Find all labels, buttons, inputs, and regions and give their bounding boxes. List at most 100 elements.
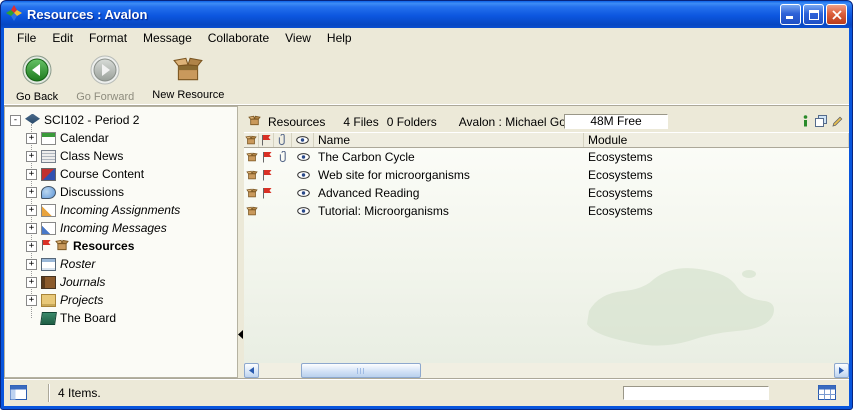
resource-module: Ecosystems xyxy=(584,202,849,220)
column-name[interactable]: Name xyxy=(314,133,584,147)
resource-box-icon xyxy=(248,115,261,129)
resource-name[interactable]: Advanced Reading xyxy=(314,184,584,202)
collapse-icon[interactable] xyxy=(10,115,21,126)
resource-box-icon xyxy=(55,239,69,254)
new-resource-button[interactable]: New Resource xyxy=(146,53,230,103)
tree-item-label: Incoming Messages xyxy=(60,221,167,235)
expand-icon[interactable] xyxy=(26,187,37,198)
tree-item-label: Roster xyxy=(60,257,95,271)
menu-file[interactable]: File xyxy=(9,29,44,47)
eye-icon[interactable] xyxy=(292,148,314,166)
expand-icon[interactable] xyxy=(26,223,37,234)
column-module[interactable]: Module xyxy=(584,133,849,147)
resource-name[interactable]: Tutorial: Microorganisms xyxy=(314,202,584,220)
column-item-icon[interactable] xyxy=(244,133,259,147)
expand-icon[interactable] xyxy=(26,295,37,306)
info-icon[interactable] xyxy=(801,115,810,130)
resources-panel: Resources 4 Files 0 Folders Avalon : Mic… xyxy=(244,106,849,378)
expand-icon[interactable] xyxy=(26,205,37,216)
go-back-label: Go Back xyxy=(16,91,58,103)
menu-view[interactable]: View xyxy=(277,29,319,47)
course-icon xyxy=(25,114,40,127)
column-attachment-icon[interactable] xyxy=(274,133,292,147)
resource-module: Ecosystems xyxy=(584,148,849,166)
resource-name[interactable]: The Carbon Cycle xyxy=(314,148,584,166)
menu-message[interactable]: Message xyxy=(135,29,200,47)
resource-box-icon xyxy=(244,184,259,202)
expand-icon[interactable] xyxy=(26,133,37,144)
new-resource-icon xyxy=(172,55,204,86)
horizontal-scrollbar[interactable] xyxy=(244,363,849,378)
status-divider xyxy=(48,384,50,402)
eye-icon[interactable] xyxy=(292,166,314,184)
go-forward-button[interactable]: Go Forward xyxy=(70,53,140,105)
free-space-indicator: 48M Free xyxy=(564,114,668,129)
map-watermark xyxy=(569,256,779,359)
maximize-button[interactable] xyxy=(803,4,824,25)
resource-row[interactable]: Web site for microorganisms Ecosystems xyxy=(244,166,849,184)
tree-item-incoming-messages[interactable]: Incoming Messages xyxy=(26,219,237,237)
scrollbar-thumb[interactable] xyxy=(301,363,421,378)
menu-bar: File Edit Format Message Collaborate Vie… xyxy=(4,28,849,48)
tree-item-journals[interactable]: Journals xyxy=(26,273,237,291)
calendar-icon xyxy=(41,132,56,145)
edit-icon[interactable] xyxy=(832,116,843,130)
tree-item-roster[interactable]: Roster xyxy=(26,255,237,273)
expand-icon[interactable] xyxy=(26,151,37,162)
scrollbar-track[interactable] xyxy=(259,363,834,378)
folder-icon xyxy=(41,294,56,307)
tree-item-label: Class News xyxy=(60,149,123,163)
journal-icon xyxy=(41,276,56,289)
grid-view-icon[interactable] xyxy=(818,385,836,403)
tree-item-resources[interactable]: Resources xyxy=(26,237,237,255)
resource-row[interactable]: The Carbon Cycle Ecosystems xyxy=(244,148,849,166)
tree-item-label: Projects xyxy=(60,293,103,307)
go-back-button[interactable]: Go Back xyxy=(10,53,64,105)
tree-item-class-news[interactable]: Class News xyxy=(26,147,237,165)
window-layout-icon[interactable] xyxy=(10,385,27,403)
scroll-left-icon[interactable] xyxy=(244,363,259,378)
expand-icon[interactable] xyxy=(26,277,37,288)
expand-icon[interactable] xyxy=(26,259,37,270)
window-title: Resources : Avalon xyxy=(27,7,780,22)
scroll-right-icon[interactable] xyxy=(834,363,849,378)
toolbar: Go Back Go Forward xyxy=(4,48,849,106)
menu-format[interactable]: Format xyxy=(81,29,135,47)
tree-item-label: Journals xyxy=(60,275,105,289)
flag-icon xyxy=(259,166,274,184)
resource-box-icon xyxy=(244,148,259,166)
menu-collaborate[interactable]: Collaborate xyxy=(200,29,277,47)
tree-item-the-board[interactable]: The Board xyxy=(26,309,237,327)
attachment-icon xyxy=(274,148,292,166)
tree-item-discussions[interactable]: Discussions xyxy=(26,183,237,201)
column-viewed-icon[interactable] xyxy=(292,133,314,147)
resource-list: The Carbon Cycle Ecosystems xyxy=(244,148,849,363)
eye-icon[interactable] xyxy=(292,184,314,202)
roster-icon xyxy=(41,258,56,271)
newspaper-icon xyxy=(41,150,56,163)
resource-box-icon xyxy=(244,202,259,220)
eye-icon[interactable] xyxy=(292,202,314,220)
close-button[interactable] xyxy=(826,4,847,25)
flag-icon xyxy=(259,148,274,166)
resource-box-icon xyxy=(244,166,259,184)
column-headers: Name Module xyxy=(244,132,849,148)
go-forward-label: Go Forward xyxy=(76,91,134,103)
resource-name[interactable]: Web site for microorganisms xyxy=(314,166,584,184)
tree-item-label: Resources xyxy=(73,239,134,253)
resource-row[interactable]: Tutorial: Microorganisms Ecosystems xyxy=(244,202,849,220)
tree-item-incoming-assignments[interactable]: Incoming Assignments xyxy=(26,201,237,219)
tree-root[interactable]: SCI102 - Period 2 xyxy=(10,111,237,129)
stacked-windows-icon[interactable] xyxy=(815,115,827,130)
tree-item-projects[interactable]: Projects xyxy=(26,291,237,309)
tree-item-calendar[interactable]: Calendar xyxy=(26,129,237,147)
menu-help[interactable]: Help xyxy=(319,29,360,47)
tree-item-course-content[interactable]: Course Content xyxy=(26,165,237,183)
expand-icon[interactable] xyxy=(26,241,37,252)
column-flag-icon[interactable] xyxy=(259,133,274,147)
expand-icon[interactable] xyxy=(26,169,37,180)
menu-edit[interactable]: Edit xyxy=(44,29,81,47)
resource-row[interactable]: Advanced Reading Ecosystems xyxy=(244,184,849,202)
tree-item-label: Calendar xyxy=(60,131,109,145)
minimize-button[interactable] xyxy=(780,4,801,25)
